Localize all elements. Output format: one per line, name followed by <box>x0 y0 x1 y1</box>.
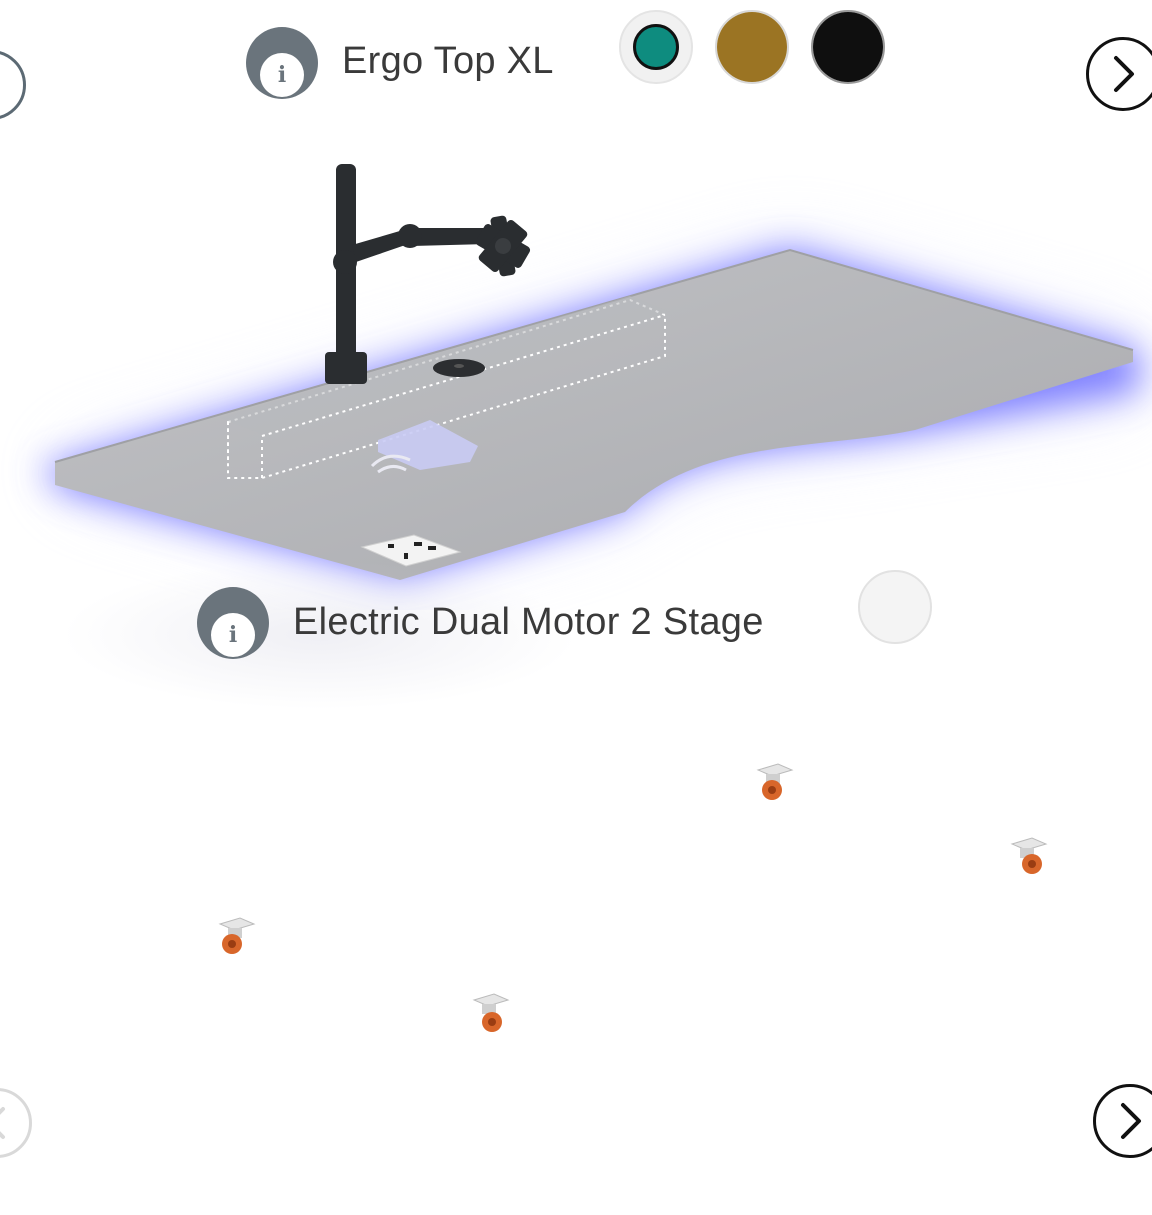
previous-top-button[interactable] <box>0 50 26 120</box>
caster-wheel-icon <box>1010 837 1048 874</box>
swatch-black[interactable] <box>811 10 885 84</box>
frame-info-button[interactable]: i <box>197 587 269 659</box>
cable-grommet-icon <box>433 359 485 377</box>
caster-wheel-icon <box>218 917 256 954</box>
swatch-color-gold <box>717 12 787 82</box>
swatch-white[interactable] <box>858 570 932 644</box>
swatch-teal[interactable] <box>619 10 693 84</box>
swatch-gold[interactable] <box>715 10 789 84</box>
desk-top-info-button[interactable]: i <box>246 27 318 99</box>
caster-wheel-icon <box>756 763 794 800</box>
next-top-button[interactable] <box>1086 37 1152 111</box>
info-icon: i <box>260 53 304 97</box>
chevron-left-icon <box>0 1107 5 1139</box>
swatch-color-teal <box>633 24 679 70</box>
info-icon: i <box>211 613 255 657</box>
chevron-left-icon <box>0 68 3 102</box>
previous-bottom-button[interactable] <box>0 1088 32 1158</box>
chevron-right-icon <box>1121 1103 1141 1139</box>
swatch-color-black <box>813 12 883 82</box>
next-bottom-button[interactable] <box>1093 1084 1152 1158</box>
frame-title: Electric Dual Motor 2 Stage <box>293 601 764 643</box>
desk-top-title: Ergo Top XL <box>342 40 554 82</box>
desk-preview-image <box>40 164 1140 580</box>
caster-wheel-icon <box>472 993 510 1032</box>
chevron-right-icon <box>1114 56 1134 92</box>
